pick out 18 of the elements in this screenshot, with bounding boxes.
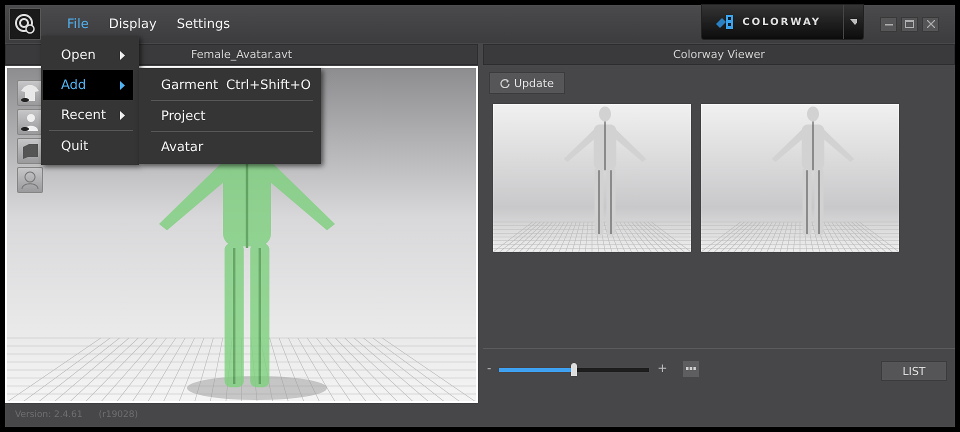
zoom-out-button[interactable]: - <box>483 361 496 375</box>
menu-item[interactable]: Add <box>43 70 133 100</box>
menu-item-label: Project <box>161 108 206 124</box>
panel-title: Colorway Viewer <box>483 44 955 65</box>
zoom-in-button[interactable]: + <box>653 361 672 375</box>
menu-item[interactable]: Quit <box>43 131 133 161</box>
menu-item[interactable]: Settings <box>166 16 240 32</box>
menu-item-label: Garment <box>161 78 218 92</box>
list-button[interactable]: LIST <box>881 361 947 381</box>
menu-item[interactable]: Avatar <box>139 132 321 162</box>
update-button[interactable]: Update <box>489 72 565 94</box>
menu-item[interactable]: Project <box>139 101 321 131</box>
menu-item-label: Avatar <box>161 140 204 154</box>
shortcut-text: Ctrl+Shift+O <box>226 78 311 92</box>
menu-item[interactable]: Recent <box>43 100 133 130</box>
menu-item[interactable]: File <box>57 16 99 32</box>
menu-item[interactable]: Display <box>98 16 167 32</box>
menu-item[interactable]: Garment Ctrl+Shift+O <box>139 70 321 100</box>
